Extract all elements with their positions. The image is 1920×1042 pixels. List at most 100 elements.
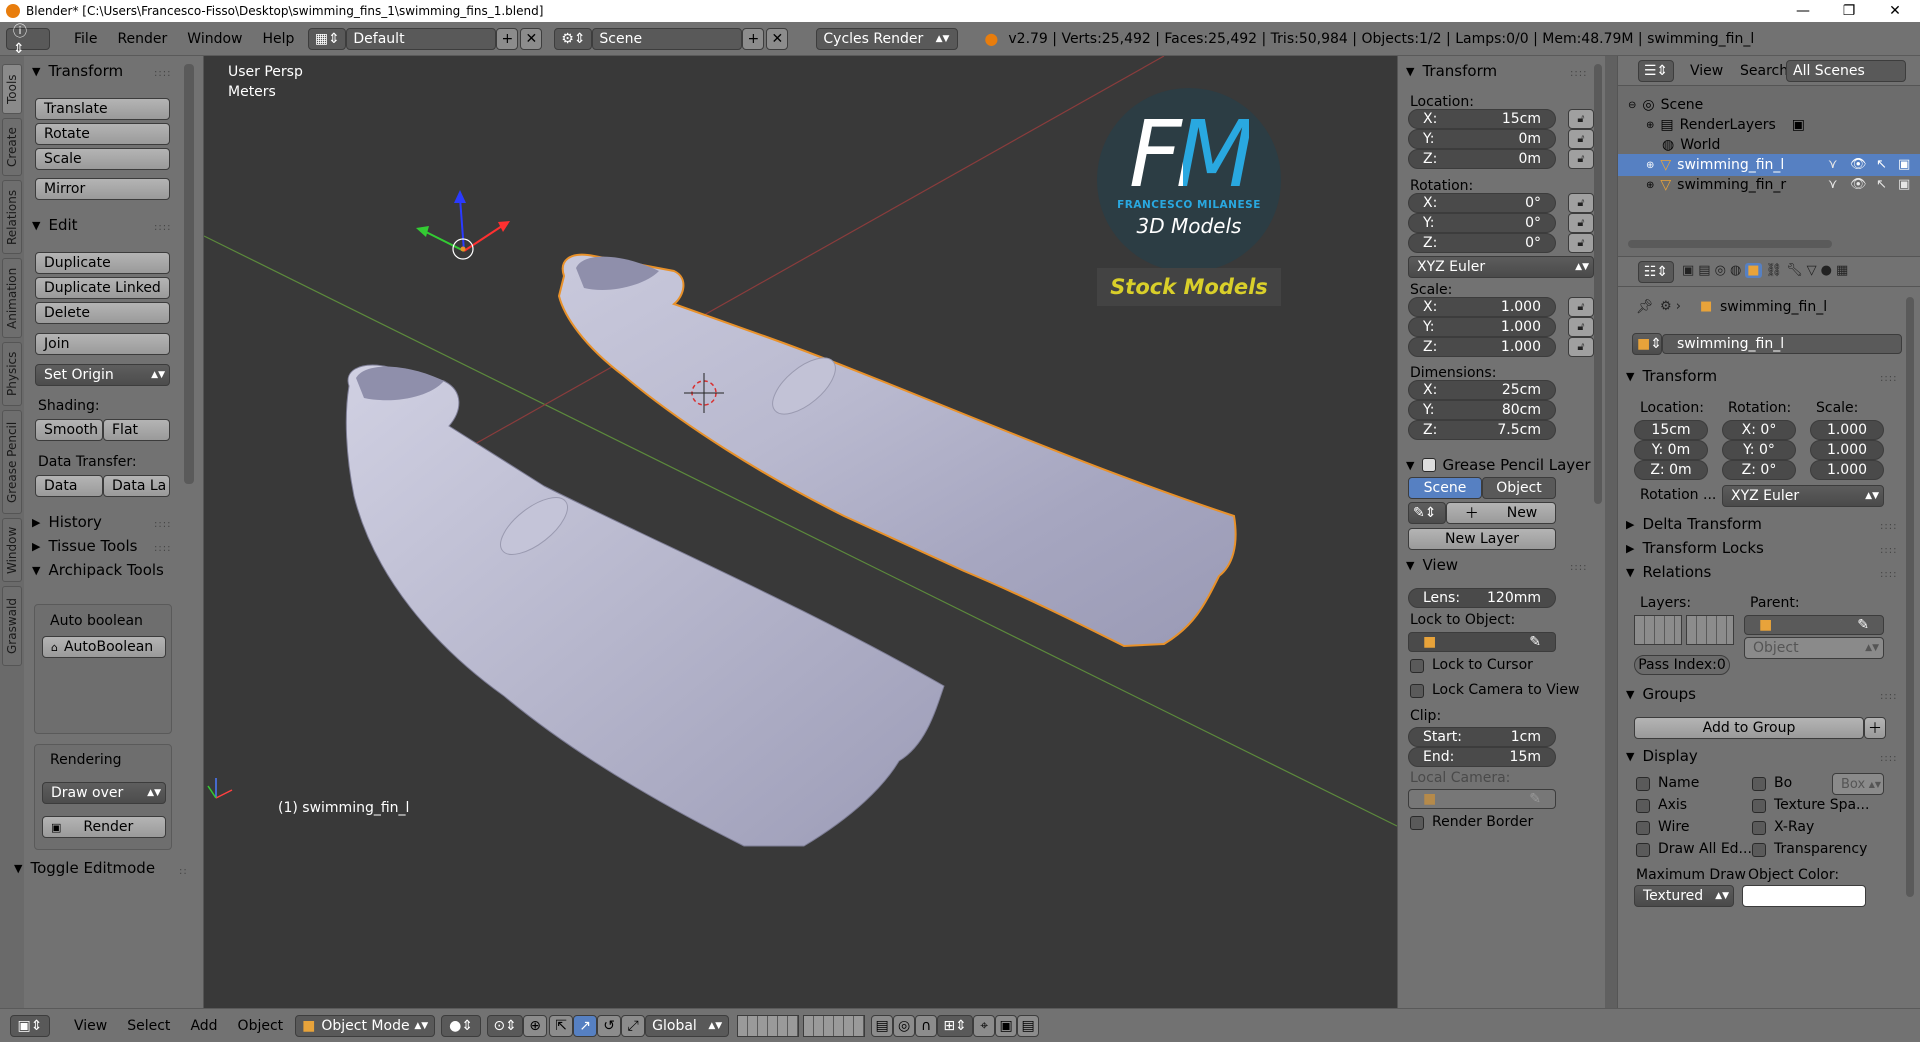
props-loc-z[interactable]: Z: 0m [1634, 460, 1708, 480]
menu-help[interactable]: Help [252, 31, 304, 47]
lock-icon[interactable]: 🔓︎ [1568, 193, 1594, 213]
mirror-button[interactable]: Mirror [35, 178, 170, 200]
view-panel-header[interactable]: ▼ View [1406, 556, 1458, 574]
props-loc-y[interactable]: Y: 0m [1634, 440, 1708, 460]
location-x-field[interactable]: X: 15cm [1408, 109, 1556, 129]
eye-icon[interactable]: 👁︎ [1850, 177, 1867, 192]
lock-icon[interactable]: 🔓︎ [1568, 129, 1594, 149]
grease-pencil-header[interactable]: ▼ Grease Pencil Layer [1406, 456, 1591, 474]
lock-to-object-field[interactable]: ■ ✎ [1408, 632, 1556, 652]
object-tab-icon[interactable]: ■ [1745, 263, 1762, 278]
tab-relations[interactable]: Relations [2, 180, 22, 254]
shading-mode-icon[interactable]: ●⇕ [441, 1014, 482, 1037]
pivot-icon[interactable]: ⊙⇕ [487, 1014, 524, 1037]
props-rot-x[interactable]: X: 0° [1722, 420, 1796, 440]
add-to-group-button[interactable]: Add to Group [1634, 717, 1864, 739]
dimension-x-field[interactable]: X: 25cm [1408, 380, 1556, 400]
outliner-menu-view[interactable]: View [1690, 63, 1723, 79]
constraints-tab-icon[interactable]: ⛓︎ [1766, 263, 1783, 278]
viewport-editor-icon[interactable]: ▣⇕ [10, 1014, 50, 1037]
maximize-button[interactable]: ❐ [1826, 0, 1872, 22]
scale-z-field[interactable]: Z: 1.000 [1408, 337, 1556, 357]
drag-grip-icon[interactable]: :::: [154, 543, 171, 554]
tab-tools[interactable]: Tools [2, 64, 22, 114]
autoboolean-button[interactable]: ⌂ AutoBoolean [42, 636, 166, 658]
bounds-checkbox[interactable] [1752, 777, 1766, 791]
translate-manip-icon[interactable]: ⇱ [549, 1014, 574, 1037]
cursor-icon[interactable]: ↖ [1876, 177, 1887, 192]
dimension-z-field[interactable]: Z: 7.5cm [1408, 420, 1556, 440]
tree-item-world[interactable]: ◍ World [1662, 134, 1720, 156]
outliner-editor-icon[interactable]: ☰⇕ [1638, 60, 1674, 82]
props-transform-header[interactable]: ▼ Transform [1626, 367, 1717, 385]
area-divider[interactable] [1605, 56, 1617, 1008]
render-icon[interactable]: ▣ [1898, 157, 1910, 172]
properties-scrollbar[interactable] [1906, 297, 1914, 897]
clip-start-field[interactable]: Start: 1cm [1408, 727, 1556, 747]
xray-checkbox[interactable] [1752, 821, 1766, 835]
close-button[interactable]: ✕ [1872, 0, 1918, 22]
layers-grid-2[interactable] [1686, 615, 1734, 645]
tab-window[interactable]: Window [2, 518, 22, 582]
tree-item-fin-r[interactable]: ⊕ ▽ swimming_fin_r [1646, 174, 1786, 196]
orientation-select[interactable]: Global ▲▼ [645, 1014, 730, 1037]
lock-icon[interactable]: 🔓︎ [1568, 337, 1594, 357]
scene-icon[interactable]: ⚙⇕ [554, 27, 593, 50]
lock-camera-checkbox[interactable] [1410, 684, 1424, 698]
props-rot-y[interactable]: Y: 0° [1722, 440, 1796, 460]
proportional-edit-icon[interactable]: ◎ [893, 1014, 916, 1037]
object-color-swatch[interactable] [1742, 885, 1866, 907]
flat-button[interactable]: Flat [103, 419, 170, 441]
snap-element-icon[interactable]: ⊞⇕ [937, 1014, 974, 1037]
grease-pencil-checkbox[interactable] [1422, 458, 1437, 472]
drag-grip-icon[interactable]: :::: [1570, 562, 1587, 573]
editor-type-info-icon[interactable]: ⓘ ⇕ [6, 24, 50, 57]
join-button[interactable]: Join [35, 333, 170, 355]
props-scale-y[interactable]: 1.000 [1810, 440, 1884, 460]
remove-scene-button[interactable]: ✕ [766, 27, 789, 50]
material-tab-icon[interactable]: ● [1821, 263, 1832, 278]
opengl-anim-icon[interactable]: ▤ [1017, 1014, 1040, 1037]
eyedropper-icon[interactable]: ✎ [1529, 634, 1541, 650]
lock-icon[interactable]: 🔓︎ [1568, 297, 1594, 317]
3d-viewport[interactable]: User Persp Meters (1) swimming_fin_l FM … [204, 56, 1397, 1008]
scale-y-field[interactable]: Y: 1.000 [1408, 317, 1556, 337]
delete-button[interactable]: Delete [35, 302, 170, 324]
modifiers-tab-icon[interactable]: 🔧︎ [1786, 263, 1803, 278]
draw-over-select[interactable]: Draw over ▲▼ [42, 782, 166, 804]
tab-physics[interactable]: Physics [2, 342, 22, 406]
layers-tab-icon[interactable]: ▤ [1698, 263, 1710, 278]
add-scene-button[interactable]: + [742, 27, 765, 50]
rotation-x-field[interactable]: X: 0° [1408, 193, 1556, 213]
lock-icon[interactable]: 🔓︎ [1568, 213, 1594, 233]
duplicate-button[interactable]: Duplicate [35, 252, 170, 274]
z-axis-handle[interactable] [459, 197, 465, 252]
bounds-type-select[interactable]: Box ▲▼ [1832, 773, 1884, 795]
menu-select[interactable]: Select [117, 1018, 180, 1034]
tree-item-scene[interactable]: ⊖ ◎ Scene [1628, 94, 1703, 116]
rotate-manip-icon[interactable]: ↗ [573, 1014, 598, 1037]
props-loc-x[interactable]: 15cm [1634, 420, 1708, 440]
location-z-field[interactable]: Z: 0m [1408, 149, 1556, 169]
grease-object-tab[interactable]: Object [1482, 477, 1556, 499]
drag-grip-icon[interactable]: :::: [1880, 521, 1897, 532]
toolshelf-scrollbar[interactable] [184, 64, 194, 484]
transform-locks-header[interactable]: ▶ Transform Locks [1626, 539, 1764, 557]
drag-grip-icon[interactable]: :::: [1880, 569, 1897, 580]
props-rot-z[interactable]: Z: 0° [1722, 460, 1796, 480]
add-group-plus-icon[interactable]: ＋ [1864, 717, 1886, 739]
x-axis-handle[interactable] [463, 225, 503, 252]
axis-checkbox[interactable] [1636, 799, 1650, 813]
rotation-mode-select[interactable]: XYZ Euler ▲▼ [1408, 256, 1594, 278]
grease-new-button[interactable]: ＋ New [1446, 502, 1556, 524]
menu-add[interactable]: Add [180, 1018, 227, 1034]
texture-space-checkbox[interactable] [1752, 799, 1766, 813]
manipulator-toggle-icon[interactable]: ⊕ [523, 1014, 548, 1037]
wire-checkbox[interactable] [1636, 821, 1650, 835]
edit-panel-header[interactable]: ▼ Edit [32, 216, 78, 234]
tab-grease-pencil[interactable]: Grease Pencil [2, 410, 22, 514]
render-icon[interactable]: ▣ [1898, 177, 1910, 192]
snap-target-icon[interactable]: ⌖ [973, 1014, 996, 1037]
tree-item-renderlayers[interactable]: ⊕ ▤ RenderLayers ▣ [1646, 114, 1805, 136]
drag-grip-icon[interactable]: :::: [154, 519, 171, 530]
